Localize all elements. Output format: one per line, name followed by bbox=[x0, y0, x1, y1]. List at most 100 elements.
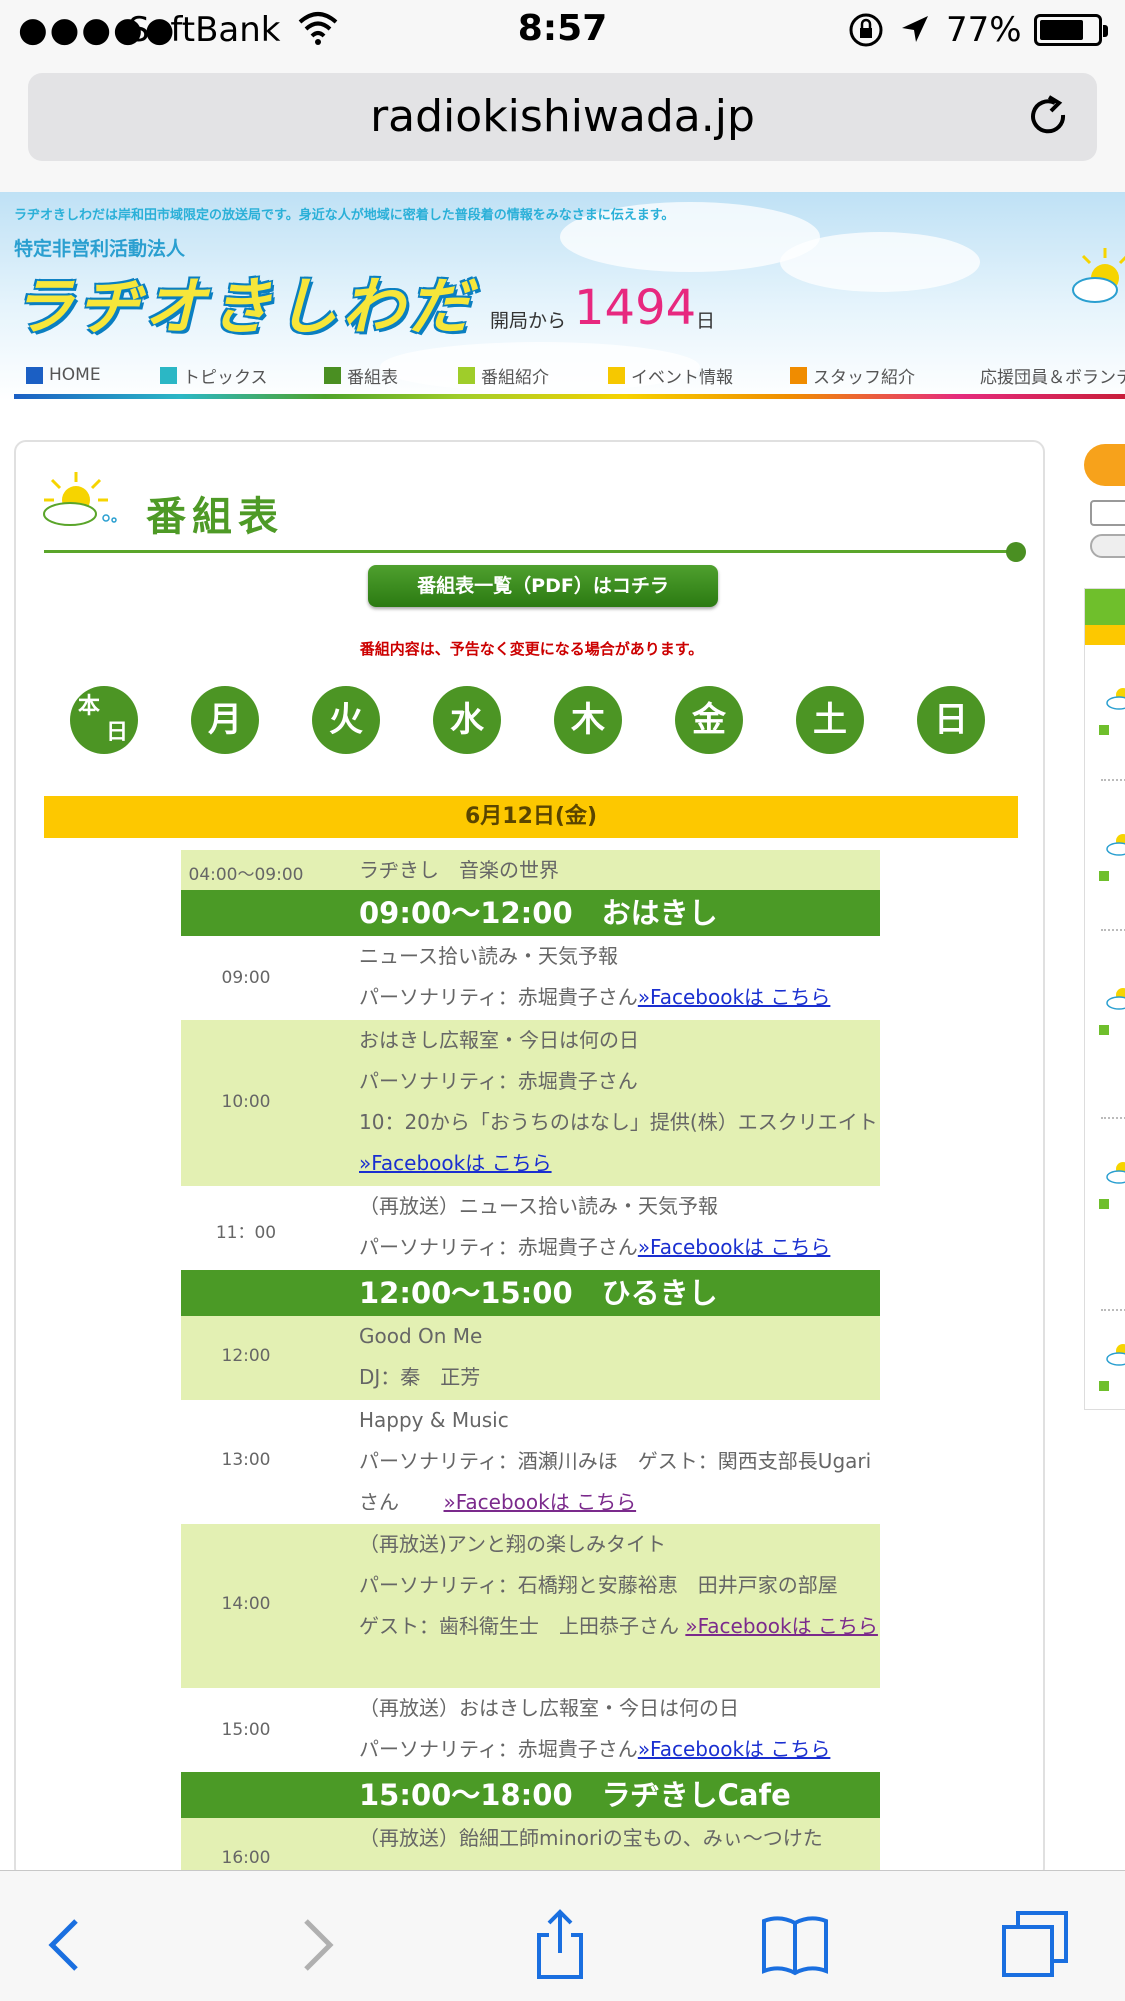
row-personality: パーソナリティ：石橋翔と安藤裕恵 田井戸家の部屋 bbox=[359, 1573, 838, 1597]
day-button-tue[interactable]: 火 bbox=[312, 686, 380, 754]
sidebar-divider bbox=[1101, 929, 1125, 931]
block-header-ohakishi: 09:00～12:00 おはきし bbox=[181, 890, 880, 936]
row-description: （再放送）おはきし広報室・今日は何の日 パーソナリティ：赤堀貴子さん»Faceb… bbox=[359, 1688, 879, 1770]
sidebar-bullet bbox=[1099, 1381, 1109, 1391]
facebook-link[interactable]: »Facebookは こちら bbox=[685, 1614, 878, 1638]
row-personality-line: パーソナリティ：赤堀貴子さん»Facebookは こちら bbox=[359, 977, 879, 1018]
browser-toolbar bbox=[0, 1870, 1125, 2001]
day-button-thu[interactable]: 木 bbox=[554, 686, 622, 754]
back-icon[interactable] bbox=[32, 1909, 102, 1979]
facebook-link[interactable]: »Facebookは こちら bbox=[359, 1151, 552, 1175]
day-button-fri[interactable]: 金 bbox=[675, 686, 743, 754]
row-title: Happy & Music bbox=[359, 1408, 509, 1432]
row-personality: パーソナリティ：赤堀貴子さん bbox=[359, 985, 638, 1009]
bookmarks-icon[interactable] bbox=[760, 1909, 830, 1979]
sidebar-news-link[interactable] bbox=[1101, 749, 1125, 769]
nav-events[interactable]: イベント情報 bbox=[608, 360, 733, 390]
sun-cloud-icon bbox=[1072, 248, 1125, 303]
nav-bullet bbox=[160, 366, 177, 384]
row-guest-line: ゲスト：歯科衛生士 上田恭子さん »Facebookは こちら bbox=[359, 1606, 879, 1647]
row-personality: パーソナリティ：赤堀貴子さん bbox=[359, 1737, 638, 1761]
nav-schedule[interactable]: 番組表 bbox=[324, 360, 398, 390]
sun-cloud-icon bbox=[1106, 1344, 1125, 1366]
schedule-row: 09:00 ニュース拾い読み・天気予報 パーソナリティ：赤堀貴子さん»Faceb… bbox=[181, 936, 880, 1020]
row-time: 10:00 bbox=[221, 1092, 271, 1112]
row-time: 04:00～09:00 bbox=[188, 865, 304, 885]
tabs-icon[interactable] bbox=[1000, 1909, 1070, 1979]
nav-bullet bbox=[26, 366, 43, 384]
title-underline bbox=[44, 550, 1014, 553]
sidebar-news-link[interactable] bbox=[1101, 899, 1125, 919]
facebook-link[interactable]: »Facebookは こちら bbox=[444, 1490, 637, 1514]
row-description: ラヂきし 音楽の世界 bbox=[359, 850, 879, 891]
today-top-char: 本 bbox=[78, 694, 101, 719]
nav-label: スタッフ紹介 bbox=[813, 367, 915, 388]
row-personality: パーソナリティ：赤堀貴子さん bbox=[359, 1235, 638, 1259]
main-nav: HOME トピックス 番組表 番組紹介 イベント情報 スタッフ紹介 応援団員＆ボ… bbox=[14, 360, 1125, 390]
facebook-link[interactable]: »Facebookは こちら bbox=[638, 1235, 831, 1259]
sidebar-news-link[interactable] bbox=[1101, 1229, 1125, 1249]
schedule-row: 13:00 Happy & Music パーソナリティ：酒瀬川みほ ゲスト：関西… bbox=[181, 1400, 880, 1524]
row-description: （再放送）ニュース拾い読み・天気予報 パーソナリティ：赤堀貴子さん»Facebo… bbox=[359, 1186, 879, 1268]
day-unit: 日 bbox=[696, 310, 716, 332]
day-button-sun[interactable]: 日 bbox=[917, 686, 985, 754]
schedule-row: 10:00 おはきし広報室・今日は何の日 パーソナリティ：赤堀貴子さん 10：2… bbox=[181, 1020, 880, 1186]
row-title: ラヂきし 音楽の世界 bbox=[359, 858, 559, 882]
page-title: 番組表 bbox=[146, 494, 284, 540]
nav-programs[interactable]: 番組紹介 bbox=[458, 360, 549, 390]
row-personality-line: パーソナリティ：酒瀬川みほ ゲスト：関西支部長Ugariさん »Facebook… bbox=[359, 1441, 879, 1523]
schedule-row: 15:00 （再放送）おはきし広報室・今日は何の日 パーソナリティ：赤堀貴子さん… bbox=[181, 1688, 880, 1772]
share-icon[interactable] bbox=[525, 1909, 595, 1979]
row-time: 13:00 bbox=[221, 1450, 271, 1470]
row-description: Happy & Music パーソナリティ：酒瀬川みほ ゲスト：関西支部長Uga… bbox=[359, 1400, 879, 1523]
row-title: （再放送）おはきし広報室・今日は何の日 bbox=[359, 1696, 739, 1720]
row-personality-line: パーソナリティ：赤堀貴子さん»Facebookは こちら bbox=[359, 1729, 879, 1770]
schedule-row: 12:00 Good On Me DJ：秦 正芳 bbox=[181, 1316, 880, 1400]
day-button-wed[interactable]: 水 bbox=[433, 686, 501, 754]
right-sidebar bbox=[1084, 440, 1125, 1410]
sun-cloud-icon bbox=[1106, 988, 1125, 1010]
sidebar-news-link[interactable] bbox=[1101, 1055, 1125, 1075]
sidebar-search-tab[interactable] bbox=[1084, 444, 1125, 486]
row-title: ニュース拾い読み・天気予報 bbox=[359, 944, 618, 968]
address-bar[interactable]: radiokishiwada.jp bbox=[28, 73, 1097, 161]
sidebar-search-input[interactable] bbox=[1090, 500, 1125, 526]
row-time: 16:00 bbox=[221, 1848, 271, 1868]
day-button-sat[interactable]: 土 bbox=[796, 686, 864, 754]
nav-topics[interactable]: トピックス bbox=[160, 360, 268, 390]
row-time: 12:00 bbox=[221, 1346, 271, 1366]
schedule-row: 14:00 （再放送)アンと翔の楽しみタイト パーソナリティ：石橋翔と安藤裕恵 … bbox=[181, 1524, 880, 1688]
sidebar-search-button[interactable] bbox=[1090, 534, 1125, 558]
sidebar-divider bbox=[1101, 1117, 1125, 1119]
row-dj: DJ：秦 正芳 bbox=[359, 1365, 481, 1389]
nav-bullet bbox=[608, 366, 625, 384]
pdf-schedule-button[interactable]: 番組表一覧（PDF）はコチラ bbox=[368, 565, 718, 607]
forward-icon[interactable] bbox=[282, 1909, 352, 1979]
row-personality-line: パーソナリティ：赤堀貴子さん»Facebookは こちら bbox=[359, 1227, 879, 1268]
nav-volunteer[interactable]: 応援団員＆ボランティア募集 bbox=[974, 360, 1125, 390]
row-sponsor-line: 10：20から「おうちのはなし」提供(株）エスクリエイト »Facebookは … bbox=[359, 1102, 879, 1184]
sidebar-divider bbox=[1101, 1309, 1125, 1311]
location-arrow-icon bbox=[902, 16, 928, 42]
row-title: おはきし広報室・今日は何の日 bbox=[359, 1028, 639, 1052]
nav-label: 番組表 bbox=[347, 367, 398, 388]
row-time: 15:00 bbox=[221, 1720, 271, 1740]
url-domain[interactable]: radiokishiwada.jp bbox=[28, 91, 1097, 142]
nav-staff[interactable]: スタッフ紹介 bbox=[790, 360, 915, 390]
day-button-today[interactable]: 本 日 bbox=[70, 686, 138, 754]
reload-icon[interactable] bbox=[1025, 93, 1073, 141]
sun-cloud-icon bbox=[1106, 1162, 1125, 1184]
row-guest: ゲスト：歯科衛生士 上田恭子さん bbox=[359, 1614, 679, 1638]
row-time: 09:00 bbox=[221, 968, 271, 988]
schedule-row: 11：00 （再放送）ニュース拾い読み・天気予報 パーソナリティ：赤堀貴子さん»… bbox=[181, 1186, 880, 1270]
sidebar-box-subheader bbox=[1085, 625, 1125, 645]
facebook-link[interactable]: »Facebookは こちら bbox=[638, 985, 831, 1009]
facebook-link[interactable]: »Facebookは こちら bbox=[638, 1737, 831, 1761]
nav-home[interactable]: HOME bbox=[26, 360, 101, 390]
day-button-mon[interactable]: 月 bbox=[191, 686, 259, 754]
battery-percent: 77% bbox=[946, 10, 1022, 50]
site-logo[interactable]: ラヂオきしわだ bbox=[12, 256, 474, 346]
sun-cloud-icon bbox=[43, 472, 117, 526]
header-cloud bbox=[780, 232, 980, 292]
sun-cloud-icon bbox=[1106, 688, 1125, 710]
